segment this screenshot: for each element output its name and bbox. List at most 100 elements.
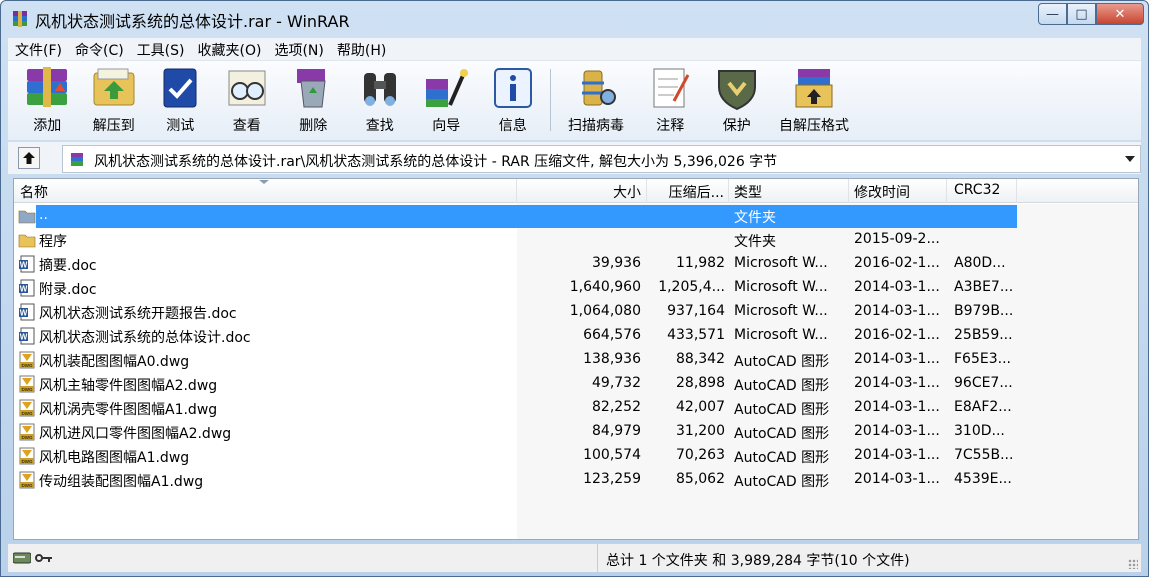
svg-text:W: W (20, 333, 28, 342)
file-packed-size: 1,205,4... (658, 279, 725, 295)
status-bar: 总计 1 个文件夹 和 3,989,284 字节(10 个文件) (8, 543, 1141, 573)
dwg-file-icon: DWG (19, 375, 35, 393)
file-modified: 2014-03-1... (854, 399, 940, 415)
menu-options[interactable]: 选项(N) (267, 38, 329, 60)
address-dropdown-icon[interactable] (1125, 156, 1135, 162)
file-row[interactable]: DWG 风机进风口零件图图幅A2.dwg 84,979 31,200 AutoCAD 图… (14, 420, 1138, 444)
list-header: 名称 大小 压缩后... 类型 修改时间 CRC32 (14, 179, 1138, 203)
comment-button[interactable]: 注释 (637, 61, 704, 141)
glasses-icon (228, 70, 266, 106)
word-doc-icon: W (19, 255, 35, 273)
svg-text:DWG: DWG (22, 387, 33, 392)
file-size: 1,640,960 (569, 279, 641, 295)
file-row[interactable]: W 风机状态测试系统开题报告.doc 1,064,080 937,164 Microso… (14, 300, 1138, 324)
info-button[interactable]: 信息 (480, 61, 547, 141)
svg-text:DWG: DWG (22, 411, 33, 416)
comment-note-icon (653, 68, 690, 108)
file-size: 123,259 (583, 471, 641, 487)
file-name: .. (39, 207, 48, 223)
close-icon: ✕ (1114, 6, 1126, 22)
window-controls: — □ ✕ (1038, 3, 1144, 25)
file-crc32: F65E3... (954, 351, 1011, 367)
file-name: 风机电路图图幅A1.dwg (39, 450, 190, 466)
menu-favorites[interactable]: 收藏夹(O) (191, 38, 268, 60)
dwg-file-icon: DWG (19, 351, 35, 369)
file-crc32: 310D... (954, 423, 1005, 439)
dwg-file-icon: DWG (19, 399, 35, 417)
file-list: 名称 大小 压缩后... 类型 修改时间 CRC32 .. 文件夹 程序 文件夹 201… (13, 178, 1139, 540)
file-row[interactable]: DWG 风机装配图图幅A0.dwg 138,936 88,342 AutoCAD 图形 2… (14, 348, 1138, 372)
address-text: 风机状态测试系统的总体设计.rar\风机状态测试系统的总体设计 - RAR 压缩… (94, 154, 778, 170)
books-icon (27, 67, 68, 107)
info-icon (493, 68, 532, 108)
column-modified[interactable]: 修改时间 (849, 179, 947, 203)
status-left-panel (8, 544, 598, 573)
column-crc32[interactable]: CRC32 (947, 179, 1017, 203)
resize-grip[interactable] (1128, 559, 1138, 569)
file-crc32: A80D... (954, 255, 1006, 271)
file-name: 风机进风口零件图图幅A2.dwg (39, 426, 232, 442)
menu-commands[interactable]: 命令(C) (68, 38, 130, 60)
sfx-button[interactable]: 自解压格式 (770, 61, 858, 141)
scan-virus-button[interactable]: 扫描病毒 (555, 61, 637, 141)
file-packed-size: 88,342 (676, 351, 725, 367)
file-crc32: A3BE7... (954, 279, 1014, 295)
virus-scan-icon (582, 70, 616, 106)
column-packed[interactable]: 压缩后... (647, 179, 729, 203)
folder-icon (18, 234, 36, 248)
delete-button[interactable]: 删除 (280, 61, 347, 141)
file-row[interactable]: W 附录.doc 1,640,960 1,205,4... Microsoft W...… (14, 276, 1138, 300)
title-bar: 风机状态测试系统的总体设计.rar - WinRAR — □ ✕ (1, 1, 1148, 37)
minimize-button[interactable]: — (1038, 3, 1067, 25)
file-type: AutoCAD 图形 (734, 354, 830, 370)
address-field[interactable]: 风机状态测试系统的总体设计.rar\风机状态测试系统的总体设计 - RAR 压缩… (62, 145, 1141, 173)
file-row[interactable]: W 风机状态测试系统的总体设计.doc 664,576 433,571 Microsof… (14, 324, 1138, 348)
file-crc32: B979B... (954, 303, 1014, 319)
close-button[interactable]: ✕ (1096, 3, 1144, 25)
sort-arrow-icon (259, 180, 269, 184)
find-button[interactable]: 查找 (347, 61, 414, 141)
add-button[interactable]: 添加 (14, 61, 81, 141)
view-button[interactable]: 查看 (214, 61, 281, 141)
file-type: Microsoft W... (734, 255, 828, 271)
sfx-box-icon (795, 69, 833, 108)
file-size: 664,576 (583, 327, 641, 343)
file-row[interactable]: .. 文件夹 (14, 204, 1138, 228)
protect-button[interactable]: 保护 (704, 61, 771, 141)
extract-to-button[interactable]: 解压到 (81, 61, 148, 141)
file-name: 风机涡壳零件图图幅A1.dwg (39, 402, 218, 418)
column-type[interactable]: 类型 (729, 179, 849, 203)
file-type: AutoCAD 图形 (734, 378, 830, 394)
test-button[interactable]: 测试 (147, 61, 214, 141)
file-row[interactable]: DWG 风机主轴零件图图幅A2.dwg 49,732 28,898 AutoCAD 图形… (14, 372, 1138, 396)
file-row[interactable]: W 摘要.doc 39,936 11,982 Microsoft W... 2016-02… (14, 252, 1138, 276)
file-row[interactable]: DWG 传动组装配图图幅A1.dwg 123,259 85,062 AutoCAD 图形… (14, 468, 1138, 492)
file-crc32: 4539E... (954, 471, 1012, 487)
menu-help[interactable]: 帮助(H) (330, 38, 392, 60)
up-arrow-icon (23, 152, 35, 164)
svg-text:DWG: DWG (22, 459, 33, 464)
wizard-button[interactable]: 向导 (413, 61, 480, 141)
dwg-file-icon: DWG (19, 471, 35, 489)
maximize-button[interactable]: □ (1067, 3, 1096, 25)
file-packed-size: 937,164 (667, 303, 725, 319)
column-size[interactable]: 大小 (517, 179, 647, 203)
file-crc32: E8AF2... (954, 399, 1012, 415)
file-modified: 2015-09-2... (854, 231, 940, 247)
file-modified: 2014-03-1... (854, 471, 940, 487)
file-row[interactable]: 程序 文件夹 2015-09-2... (14, 228, 1138, 252)
file-modified: 2016-02-1... (854, 327, 940, 343)
file-packed-size: 85,062 (676, 471, 725, 487)
menu-tools[interactable]: 工具(S) (130, 38, 191, 60)
file-row[interactable]: DWG 风机电路图图幅A1.dwg 100,574 70,263 AutoCAD 图形 2… (14, 444, 1138, 468)
file-row[interactable]: DWG 风机涡壳零件图图幅A1.dwg 82,252 42,007 AutoCAD 图形… (14, 396, 1138, 420)
menu-file[interactable]: 文件(F) (8, 38, 68, 60)
toolbar-separator (550, 69, 551, 131)
file-size: 1,064,080 (569, 303, 641, 319)
winrar-window: 风机状态测试系统的总体设计.rar - WinRAR — □ ✕ 文件(F) 命… (0, 0, 1149, 577)
svg-text:W: W (20, 261, 28, 270)
file-size: 100,574 (583, 447, 641, 463)
file-size: 82,252 (592, 399, 641, 415)
up-folder-button[interactable] (18, 147, 40, 169)
file-crc32: 25B59... (954, 327, 1013, 343)
